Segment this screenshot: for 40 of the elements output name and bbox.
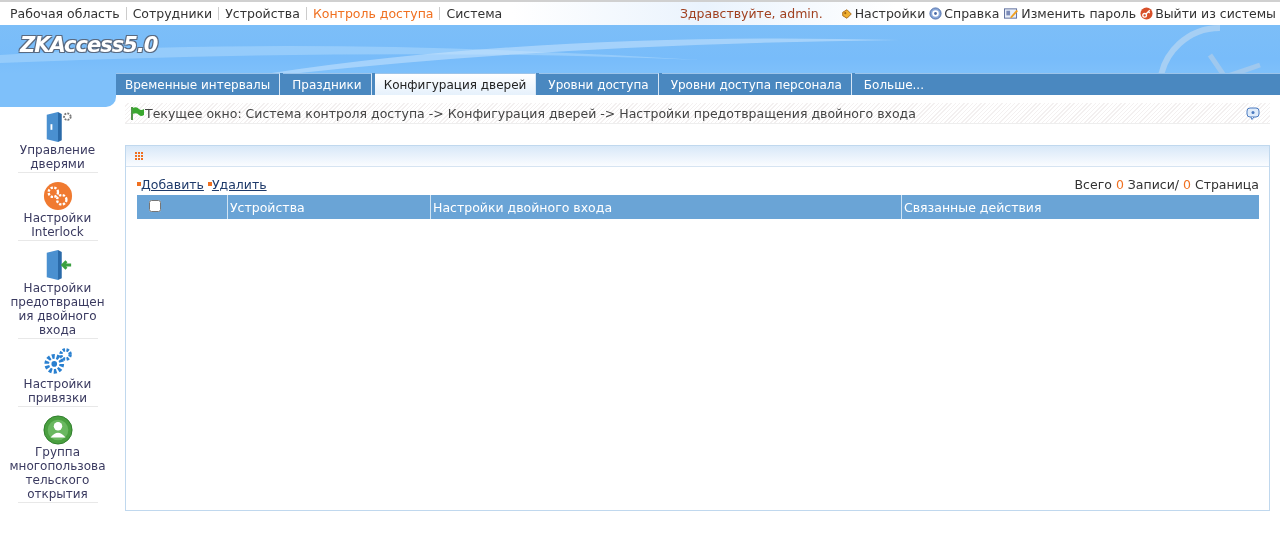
help-icon[interactable]	[1246, 106, 1260, 120]
sidebar-item[interactable]: Группа многопользовательского открытия	[7, 445, 108, 501]
user-group-icon	[42, 415, 73, 445]
action-link[interactable]: Удалить	[211, 176, 267, 192]
nav-item[interactable]: Устройства	[219, 7, 307, 20]
tab[interactable]: Уровни доступа	[539, 73, 659, 95]
header-link[interactable]: Справка	[944, 6, 1000, 21]
gears-icon	[42, 181, 73, 211]
sidebar-item[interactable]: Настройки Interlock	[7, 211, 108, 239]
breadcrumb: Текущее окно: Система контроля доступа -> Конфигурация дверей -> Настройки предотвращения двойного входа	[145, 105, 917, 121]
bullet-icon	[207, 182, 212, 186]
sidebar-item[interactable]: Управление дверями	[7, 143, 108, 171]
tab[interactable]: Конфигурация дверей	[374, 73, 537, 95]
sidebar-item[interactable]: Настройки предотвращения двойного входа	[7, 281, 108, 337]
tag-icon	[840, 7, 853, 20]
flag-icon	[130, 105, 145, 121]
nav-item[interactable]: Сотрудники	[126, 7, 220, 20]
bullet-icon	[137, 182, 141, 186]
gears-icon	[42, 347, 73, 377]
logo: ZKAccess5.0	[20, 33, 158, 57]
key-icon	[1140, 7, 1154, 20]
sidebar-item[interactable]: Настройки привязки	[7, 377, 108, 405]
tab[interactable]: Уровни доступа персонала	[661, 73, 852, 95]
edit-card-icon	[1003, 7, 1020, 20]
select-all-checkbox[interactable]	[149, 199, 161, 212]
action-link[interactable]: Добавить	[141, 176, 204, 192]
tab[interactable]: Временные интервалы	[116, 73, 281, 95]
nav-item[interactable]: Рабочая область	[4, 7, 127, 20]
header-link[interactable]: Изменить пароль	[1021, 6, 1137, 21]
column-header: Устройства	[227, 195, 431, 219]
nav-item[interactable]: Система	[440, 7, 509, 20]
grid-dots-icon	[135, 152, 143, 160]
column-header: Связанные действия	[901, 195, 1259, 219]
help-icon	[929, 7, 943, 20]
header-link[interactable]: Настройки	[854, 6, 926, 21]
column-header: Настройки двойного входа	[430, 195, 902, 219]
tab[interactable]: Праздники	[283, 73, 372, 95]
record-count: Всего 0 Записи/ 0 Страница	[1074, 176, 1259, 192]
header-link[interactable]: Выйти из системы	[1155, 6, 1276, 21]
greeting: Здравствуйте, admin.	[679, 6, 823, 21]
